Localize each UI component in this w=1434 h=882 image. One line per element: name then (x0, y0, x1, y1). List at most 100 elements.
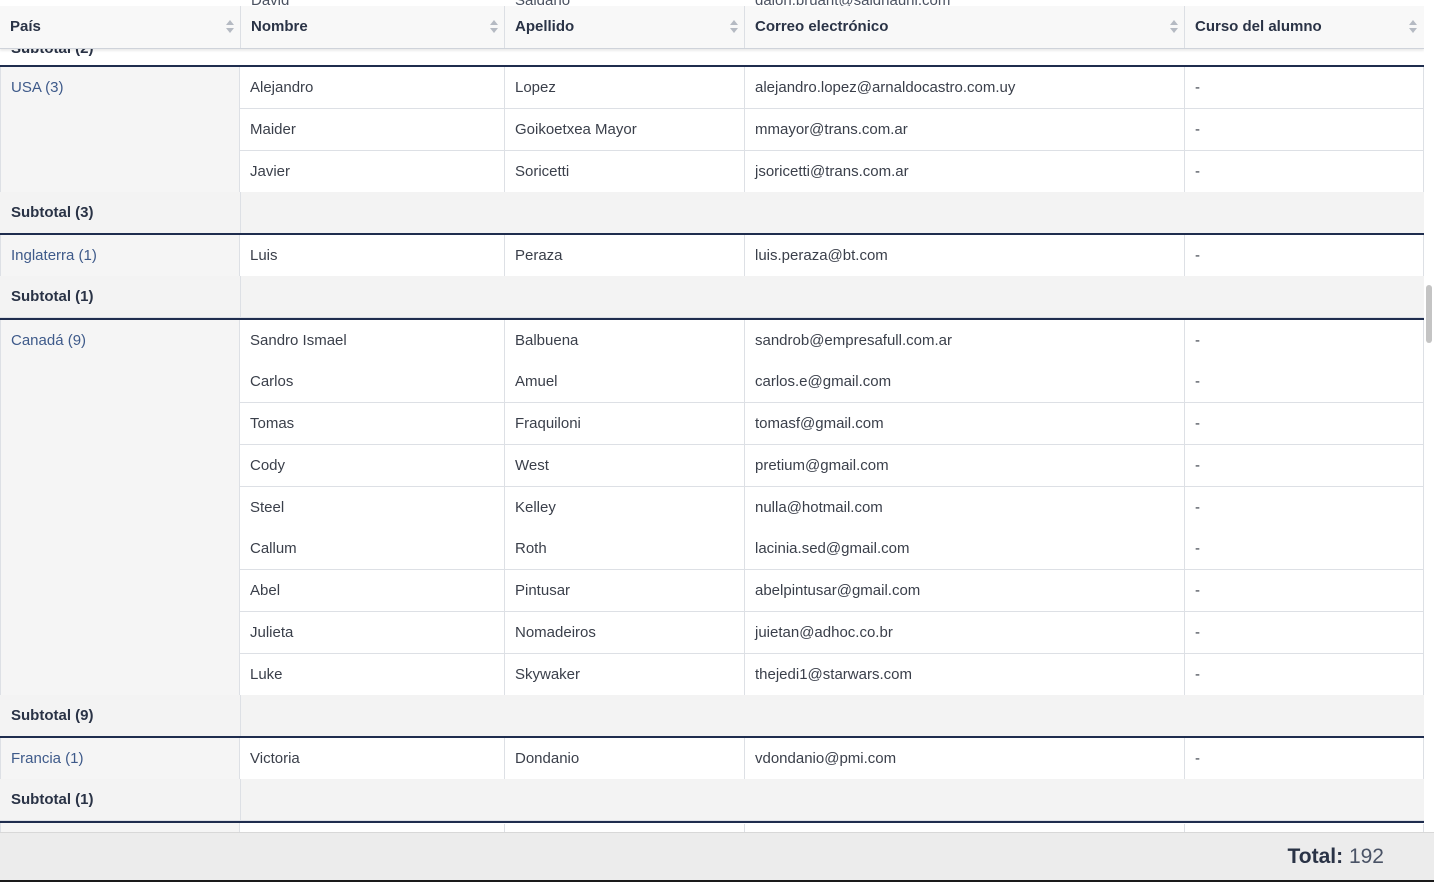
total-value: 192 (1348, 845, 1384, 868)
curso-cell: - (1184, 403, 1424, 444)
table-row: Maider Goikoetxea Mayor mmayor@trans.com… (240, 109, 1424, 151)
apellido-cell: Kelley (504, 487, 744, 528)
curso-cell: - (1184, 612, 1424, 653)
apellido-cell: Goikoetxea Mayor (504, 109, 744, 150)
curso-cell: - (1184, 654, 1424, 695)
apellido-cell: West (504, 445, 744, 486)
correo-cell: jsoricetti@trans.com.ar (744, 151, 1184, 192)
sort-icon[interactable] (226, 20, 234, 34)
nombre-cell: Victoria (250, 750, 300, 767)
subtotal-row: Subtotal (1) (0, 276, 1424, 318)
country-cell (0, 823, 240, 832)
nombre-cell: Abel (250, 582, 281, 599)
total-summary: Total: 192 (1288, 845, 1385, 869)
sort-icon[interactable] (1170, 20, 1178, 34)
sort-icon[interactable] (730, 20, 738, 34)
country-cell: Francia (1) (0, 738, 240, 780)
correo-cell: lacinia.sed@gmail.com (744, 528, 1184, 569)
correo-cell: luis.peraza@bt.com (744, 235, 1184, 276)
table-row: Carlos Amuel carlos.e@gmail.com - (240, 361, 1424, 403)
correo-cell: tomasf@gmail.com (744, 403, 1184, 444)
correo-cell: pretium@gmail.com (744, 445, 1184, 486)
curso-cell: - (1184, 320, 1424, 361)
correo-cell: abelpintusar@gmail.com (744, 570, 1184, 611)
curso-cell: - (1184, 445, 1424, 486)
apellido-cell: Lopez (504, 67, 744, 108)
subtotal-label: Subtotal (1) (11, 791, 94, 808)
nombre-cell: Luke (250, 666, 283, 683)
apellido-cell: Balbuena (504, 320, 744, 361)
report-table: David Saldaño dalon.bruant@saldhauni.com… (0, 0, 1424, 832)
subtotal-row: Subtotal (3) (0, 192, 1424, 234)
scrollbar-thumb[interactable] (1426, 285, 1432, 343)
curso-cell: - (1184, 67, 1424, 108)
apellido-cell: Peraza (504, 235, 744, 276)
correo-cell: carlos.e@gmail.com (744, 361, 1184, 402)
nombre-cell: Julieta (250, 624, 294, 641)
column-header-curso[interactable]: Curso del alumno (1184, 6, 1424, 48)
table-row: Sandro Ismael Balbuena sandrob@empresafu… (240, 320, 1424, 362)
total-label: Total: (1287, 845, 1344, 868)
table-row: Julieta Nomadeiros juietan@adhoc.co.br - (240, 612, 1424, 654)
correo-cell: nulla@hotmail.com (744, 487, 1184, 528)
apellido-cell: Pintusar (504, 570, 744, 611)
correo-cell: thejedi1@starwars.com (744, 654, 1184, 695)
country-cell: USA (3) (0, 67, 240, 193)
apellido-cell: Fraquiloni (504, 403, 744, 444)
table-row: Tomas Fraquiloni tomasf@gmail.com - (240, 403, 1424, 445)
column-header-nombre[interactable]: Nombre (240, 6, 504, 48)
sort-icon[interactable] (1409, 20, 1417, 34)
correo-cell: mmayor@trans.com.ar (744, 109, 1184, 150)
table-row: Luis Peraza luis.peraza@bt.com - (240, 235, 1424, 277)
apellido-cell: Soricetti (504, 151, 744, 192)
table-row: Cody West pretium@gmail.com - (240, 445, 1424, 487)
curso-cell: - (1184, 235, 1424, 276)
table-row: Callum Roth lacinia.sed@gmail.com - (240, 528, 1424, 570)
sort-icon[interactable] (490, 20, 498, 34)
table-row: Victoria Dondanio vdondanio@pmi.com - (240, 738, 1424, 780)
apellido-cell: Nomadeiros (504, 612, 744, 653)
apellido-cell: Amuel (504, 361, 744, 402)
nombre-cell: Carlos (250, 373, 294, 390)
column-header-apellido[interactable]: Apellido (504, 6, 744, 48)
table-row: Javier Soricetti jsoricetti@trans.com.ar… (240, 151, 1424, 193)
column-header-correo[interactable]: Correo electrónico (744, 6, 1184, 48)
vertical-scrollbar[interactable] (1424, 0, 1434, 832)
country-cell: Inglaterra (1) (0, 235, 240, 277)
correo-cell: sandrob@empresafull.com.ar (744, 320, 1184, 361)
correo-cell: juietan@adhoc.co.br (744, 612, 1184, 653)
subtotal-label: Subtotal (9) (11, 707, 94, 724)
subtotal-label: Subtotal (1) (11, 288, 94, 305)
subtotal-row: Subtotal (1) (0, 779, 1424, 821)
nombre-cell: Maider (250, 121, 296, 138)
nombre-cell: Cody (250, 457, 286, 474)
correo-cell: alejandro.lopez@arnaldocastro.com.uy (744, 67, 1184, 108)
nombre-cell: Sandro Ismael (250, 332, 347, 349)
subtotal-label: Subtotal (3) (11, 204, 94, 221)
nombre-cell: Luis (250, 247, 278, 264)
table-row: Luke Skywaker thejedi1@starwars.com - (240, 654, 1424, 696)
nombre-cell: Alejandro (250, 79, 314, 96)
table-row: Abel Pintusar abelpintusar@gmail.com - (240, 570, 1424, 612)
column-header-label: País (10, 18, 41, 35)
nombre-cell: Javier (250, 163, 291, 180)
column-header-pais[interactable]: País (0, 6, 240, 48)
curso-cell: - (1184, 487, 1424, 528)
column-header-label: Curso del alumno (1195, 18, 1322, 35)
curso-cell: - (1184, 109, 1424, 150)
column-header-label: Correo electrónico (755, 18, 889, 35)
table-row: Alejandro Lopez alejandro.lopez@arnaldoc… (240, 67, 1424, 109)
table-header: País Nombre Apellido Correo electrónico … (0, 6, 1424, 49)
apellido-cell: Dondanio (504, 738, 744, 779)
nombre-cell: Steel (250, 499, 285, 516)
country-cell: Canadá (9) (0, 320, 240, 696)
column-header-label: Nombre (251, 18, 308, 35)
apellido-cell: Roth (504, 528, 744, 569)
curso-cell: - (1184, 361, 1424, 402)
curso-cell: - (1184, 528, 1424, 569)
apellido-cell: Skywaker (504, 654, 744, 695)
nombre-cell: Callum (250, 540, 297, 557)
curso-cell: - (1184, 151, 1424, 192)
nombre-cell: Tomas (250, 415, 295, 432)
footer-bar: Total: 192 (0, 832, 1434, 882)
